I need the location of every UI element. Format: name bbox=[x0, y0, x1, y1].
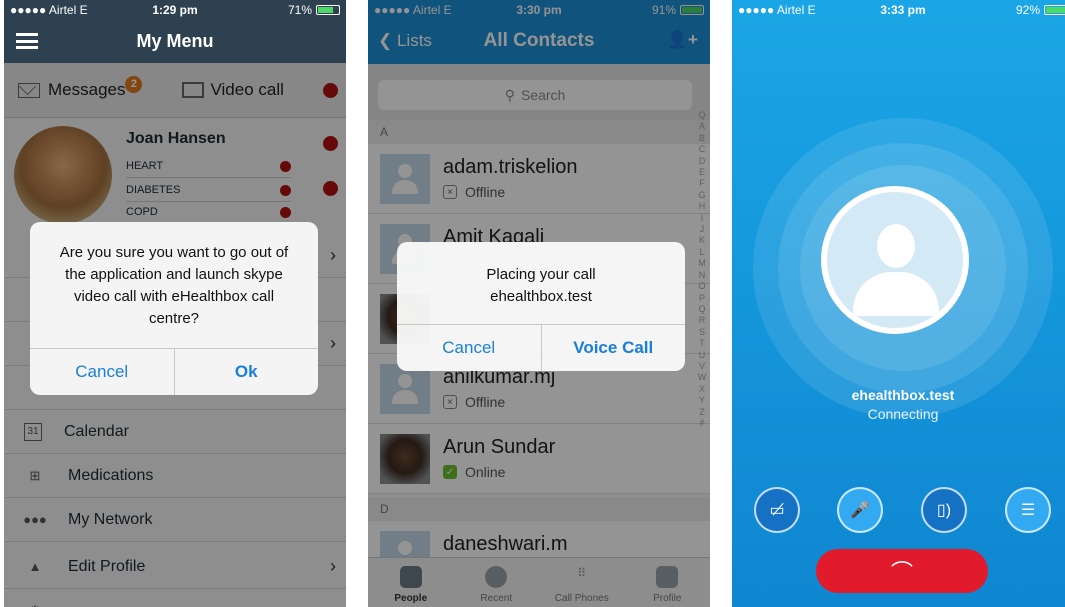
callee-name: ehealthbox.test bbox=[851, 387, 955, 403]
nav-bar: My Menu bbox=[4, 20, 346, 63]
launch-skype-alert: Are you sure you want to go out of the a… bbox=[30, 222, 318, 395]
page-title: My Menu bbox=[136, 31, 214, 51]
voice-call-button[interactable]: Voice Call bbox=[540, 325, 686, 371]
alert-callee: ehealthbox.test bbox=[490, 288, 592, 305]
status-bar: ●●●●● Airtel E 1:29 pm 71% bbox=[4, 0, 346, 20]
placing-call-alert: Placing your call ehealthbox.test Cancel… bbox=[397, 242, 685, 371]
battery-icon bbox=[1044, 5, 1065, 15]
hamburger-icon[interactable] bbox=[16, 33, 38, 49]
my-menu-screen: ●●●●● Airtel E 1:29 pm 71% My Menu Messa… bbox=[4, 0, 346, 607]
alert-message: Placing your call bbox=[486, 266, 596, 283]
callee-avatar bbox=[821, 186, 969, 334]
menu-icon[interactable]: ☰ bbox=[1005, 487, 1051, 533]
end-call-button[interactable]: ⌒ bbox=[816, 549, 988, 593]
all-contacts-screen: ●●●●● Airtel E 3:30 pm 91% ❮ Lists All C… bbox=[368, 0, 710, 607]
clock: 1:29 pm bbox=[152, 3, 198, 17]
microphone-icon[interactable]: 🎤 bbox=[837, 487, 883, 533]
cancel-button[interactable]: Cancel bbox=[30, 349, 174, 395]
video-off-icon[interactable]: ▭̸ bbox=[754, 487, 800, 533]
cancel-button[interactable]: Cancel bbox=[397, 325, 541, 371]
call-status: Connecting bbox=[867, 406, 939, 422]
speaker-icon[interactable]: ▯) bbox=[921, 487, 967, 533]
calling-screen: ●●●●● Airtel E 3:33 pm 92% ehealthbox.te… bbox=[732, 0, 1065, 607]
battery-icon bbox=[316, 5, 340, 15]
hang-up-icon: ⌒ bbox=[890, 560, 913, 585]
alert-message: Are you sure you want to go out of the a… bbox=[59, 244, 289, 327]
ok-button[interactable]: Ok bbox=[173, 349, 319, 395]
clock: 3:33 pm bbox=[880, 3, 926, 17]
status-bar: ●●●●● Airtel E 3:33 pm 92% bbox=[732, 0, 1065, 20]
